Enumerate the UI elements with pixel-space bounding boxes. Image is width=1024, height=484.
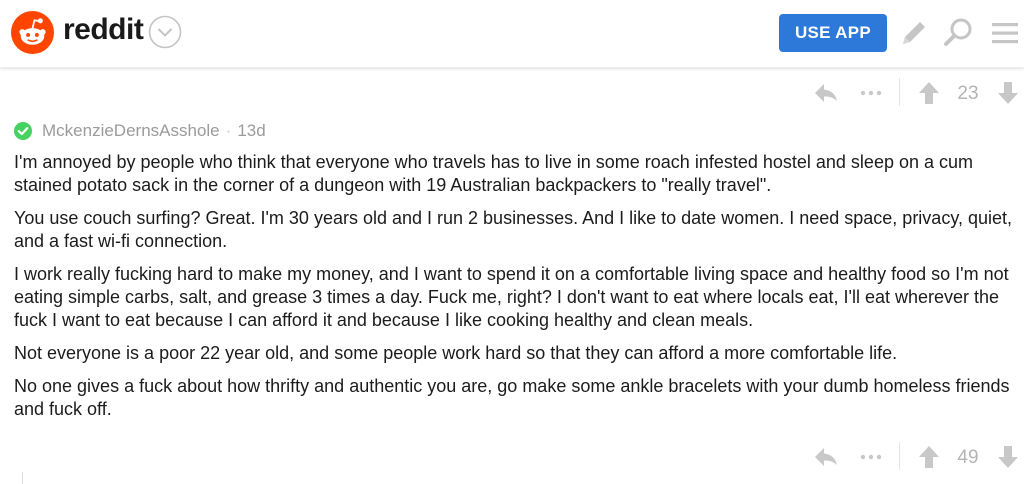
downvote-icon[interactable] (995, 80, 1021, 106)
more-options-icon[interactable] (858, 444, 884, 470)
reply-icon[interactable] (813, 80, 839, 106)
reply-icon[interactable] (813, 444, 839, 470)
search-icon[interactable] (941, 16, 975, 50)
comment-age: 13d (237, 121, 266, 140)
more-options-icon[interactable] (858, 80, 884, 106)
meta-separator: · (225, 121, 232, 140)
score-count: 49 (957, 447, 979, 468)
pencil-icon[interactable] (897, 16, 931, 50)
verified-check-icon (14, 122, 32, 140)
comment-paragraph: I'm annoyed by people who think that eve… (14, 152, 974, 195)
comment-paragraph: No one gives a fuck about how thrifty an… (14, 376, 1010, 419)
upvote-icon[interactable] (916, 444, 942, 470)
score-count: 23 (957, 83, 979, 104)
reddit-wordmark[interactable]: reddit (63, 12, 144, 48)
bottom-action-bar: 49 (0, 438, 1024, 474)
action-divider (899, 78, 900, 106)
top-nav-bar: reddit USE APP (0, 0, 1024, 68)
thread-line (22, 472, 23, 484)
comment-body: I'm annoyed by people who think that eve… (14, 151, 1020, 431)
action-divider (899, 442, 900, 470)
hamburger-menu-icon[interactable] (988, 16, 1022, 50)
comment-paragraph: Not everyone is a poor 22 year old, and … (14, 343, 898, 363)
downvote-icon[interactable] (995, 444, 1021, 470)
upvote-icon[interactable] (916, 80, 942, 106)
comment-author[interactable]: MckenzieDernsAsshole (42, 121, 220, 141)
comment-paragraph: You use couch surfing? Great. I'm 30 yea… (14, 208, 1013, 251)
comment-paragraph: I work really fucking hard to make my mo… (14, 264, 1009, 330)
comment-meta: MckenzieDernsAsshole · 13d (14, 120, 266, 142)
top-action-bar: 23 (0, 74, 1024, 110)
use-app-button[interactable]: USE APP (779, 14, 887, 52)
chevron-down-icon[interactable] (148, 15, 182, 49)
reddit-alien-icon[interactable] (11, 11, 54, 54)
